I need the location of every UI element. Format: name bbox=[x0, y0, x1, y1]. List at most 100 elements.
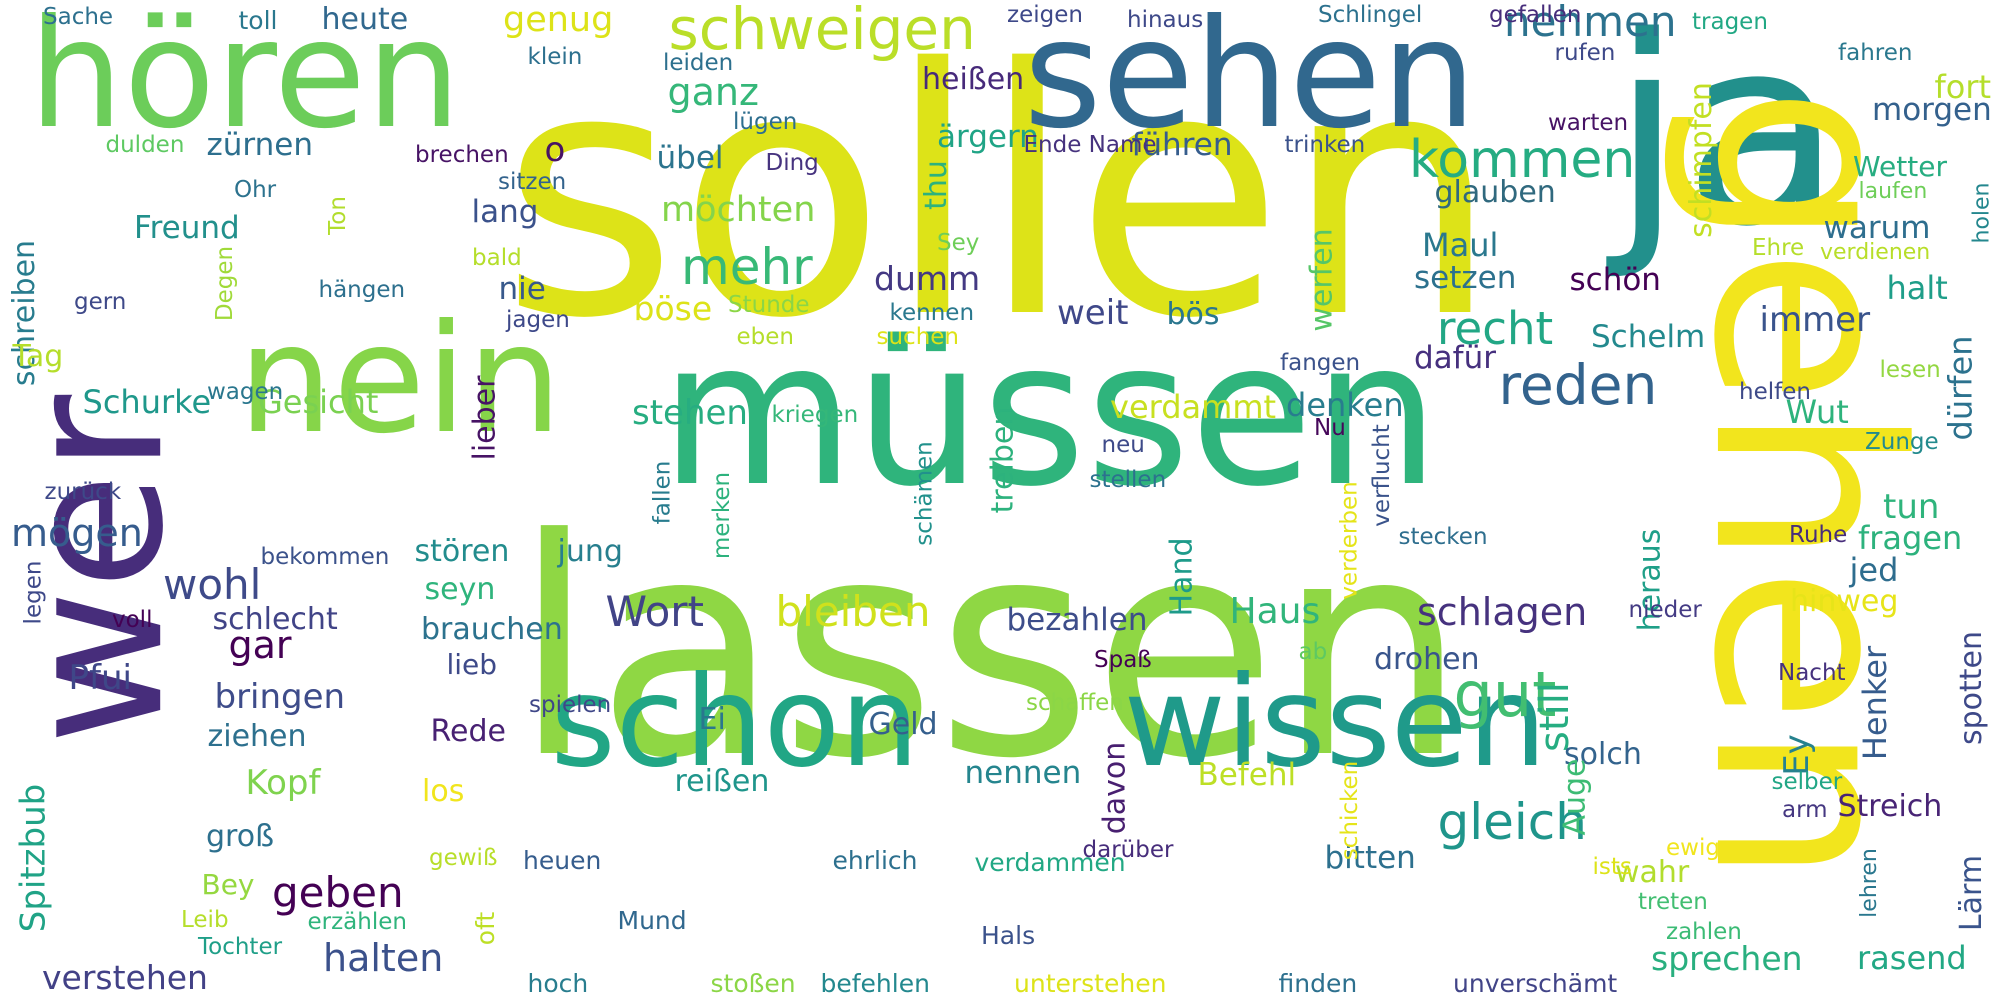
cloud-word: Pfui bbox=[68, 658, 132, 698]
cloud-word: nennen bbox=[964, 754, 1082, 791]
cloud-word: Mund bbox=[617, 905, 687, 935]
cloud-word: glauben bbox=[1434, 175, 1556, 210]
cloud-word: eben bbox=[736, 323, 794, 350]
cloud-word: Freund bbox=[134, 209, 240, 246]
cloud-word: reißen bbox=[674, 764, 770, 799]
cloud-word: brauchen bbox=[421, 612, 563, 647]
cloud-word: spielen bbox=[529, 691, 612, 718]
cloud-word: Geld bbox=[868, 707, 938, 742]
cloud-word: Henker bbox=[1856, 645, 1895, 761]
cloud-word: gern bbox=[74, 288, 127, 315]
cloud-word: holen bbox=[1969, 182, 1994, 244]
cloud-word: sprechen bbox=[1651, 938, 1803, 978]
cloud-word: befehlen bbox=[820, 968, 930, 998]
cloud-word: legen bbox=[20, 560, 47, 624]
cloud-word: Maul bbox=[1422, 226, 1499, 264]
cloud-word: nieder bbox=[1628, 596, 1702, 623]
cloud-word: Wetter bbox=[1853, 150, 1947, 183]
cloud-word: bringen bbox=[214, 677, 346, 717]
cloud-word: Nacht bbox=[1778, 659, 1846, 686]
cloud-word: schaffen bbox=[1026, 689, 1124, 716]
cloud-word: unverschämt bbox=[1453, 968, 1618, 998]
cloud-word: verstehen bbox=[42, 957, 208, 997]
cloud-word: o bbox=[544, 130, 566, 170]
cloud-word: hängen bbox=[318, 276, 406, 303]
cloud-word: selber bbox=[1771, 768, 1843, 795]
cloud-word: zeigen bbox=[1007, 1, 1083, 28]
cloud-word: treten bbox=[1638, 888, 1708, 915]
cloud-word: fragen bbox=[1858, 519, 1963, 557]
cloud-word: erzählen bbox=[307, 908, 407, 935]
cloud-word: ehrlich bbox=[832, 845, 918, 875]
cloud-word: ganz bbox=[667, 70, 759, 114]
cloud-word: schlagen bbox=[1417, 590, 1588, 634]
cloud-word: geben bbox=[272, 868, 404, 917]
cloud-word: voll bbox=[112, 606, 153, 633]
cloud-word: dulden bbox=[105, 131, 185, 158]
word-cloud: sollen lassen müssen sehen ja hören gehe… bbox=[0, 0, 2000, 1000]
cloud-word: schlecht bbox=[212, 602, 338, 637]
cloud-word: dumm bbox=[874, 258, 981, 298]
cloud-word: heißen bbox=[922, 62, 1025, 97]
cloud-word: stoßen bbox=[710, 968, 796, 998]
cloud-word: ewig bbox=[1666, 834, 1720, 861]
cloud-word: rasend bbox=[1857, 939, 1967, 977]
cloud-word: verdammt bbox=[1110, 388, 1277, 426]
cloud-word: leiden bbox=[663, 49, 734, 76]
cloud-word: Stunde bbox=[728, 291, 810, 318]
cloud-word: merken bbox=[708, 471, 735, 559]
cloud-word: Schlingel bbox=[1318, 1, 1423, 28]
cloud-word: lehren bbox=[1856, 848, 1882, 918]
cloud-word: treiben bbox=[984, 406, 1020, 514]
cloud-word: schämen bbox=[911, 440, 938, 546]
cloud-word: Ende Name bbox=[1023, 131, 1157, 158]
cloud-word: verflucht bbox=[1368, 423, 1395, 527]
cloud-word: stören bbox=[414, 534, 510, 569]
cloud-word: stehen bbox=[632, 393, 748, 433]
cloud-word: Hand bbox=[1164, 537, 1199, 617]
cloud-word: oft bbox=[470, 911, 500, 945]
cloud-word: rufen bbox=[1554, 39, 1616, 66]
cloud-word: Haus bbox=[1229, 591, 1321, 632]
cloud-word: fangen bbox=[1280, 349, 1361, 376]
cloud-word: kriegen bbox=[771, 401, 859, 428]
cloud-word: trinken bbox=[1284, 131, 1366, 158]
cloud-word: toll bbox=[238, 5, 278, 35]
cloud-word: genug bbox=[503, 0, 614, 40]
cloud-word: Kopf bbox=[245, 763, 321, 803]
cloud-word: Auge bbox=[1557, 758, 1593, 836]
cloud-word: Ei bbox=[698, 702, 726, 737]
cloud-word: bekommen bbox=[260, 543, 390, 570]
cloud-word: lang bbox=[471, 193, 539, 230]
cloud-word: Ding bbox=[765, 149, 819, 176]
cloud-word: fallen bbox=[649, 460, 676, 524]
cloud-word: Wort bbox=[605, 587, 705, 636]
cloud-word: lesen bbox=[1879, 356, 1941, 383]
cloud-word: hinweg bbox=[1790, 584, 1899, 619]
cloud-word: neu bbox=[1101, 431, 1145, 458]
cloud-word: Befehl bbox=[1197, 756, 1297, 793]
cloud-word: suchen bbox=[876, 323, 960, 350]
cloud-word: dürfen bbox=[1940, 335, 1979, 441]
cloud-word: bös bbox=[1166, 297, 1220, 332]
cloud-word: los bbox=[422, 774, 465, 809]
cloud-word: Nu bbox=[1314, 414, 1346, 441]
cloud-word: lieb bbox=[446, 648, 498, 681]
cloud-word: Sache bbox=[43, 3, 114, 30]
cloud-word: kennen bbox=[889, 299, 975, 326]
cloud-word: Spaß bbox=[1094, 646, 1152, 673]
cloud-word: zahlen bbox=[1666, 918, 1742, 945]
cloud-word: wohl bbox=[163, 560, 262, 609]
cloud-word: Ruhe bbox=[1789, 521, 1848, 548]
cloud-word: heuen bbox=[523, 845, 602, 875]
cloud-word: zürnen bbox=[206, 126, 314, 163]
cloud-word: Spitzbub bbox=[12, 783, 53, 933]
cloud-word: Lärm bbox=[1954, 854, 1990, 932]
cloud-word: Bey bbox=[201, 868, 255, 901]
cloud-word: ab bbox=[1298, 638, 1328, 665]
cloud-word: werfen bbox=[1304, 228, 1340, 332]
cloud-word: heute bbox=[321, 2, 409, 37]
cloud-word: hoch bbox=[527, 968, 589, 998]
cloud-word: Schelm bbox=[1591, 318, 1706, 355]
cloud-word: Tag bbox=[12, 339, 64, 374]
